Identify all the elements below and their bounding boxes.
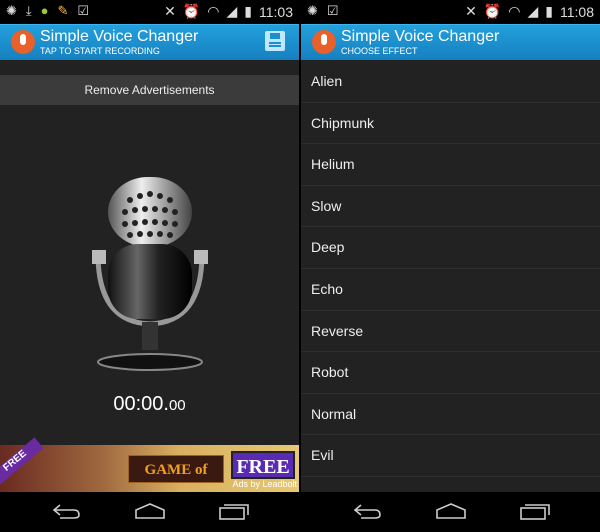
- action-bar: Simple Voice Changer TAP TO START RECORD…: [0, 24, 299, 60]
- timer-seconds: 00:00.: [113, 393, 169, 415]
- recording-timer: 00:00.00: [0, 393, 299, 416]
- wifi-icon: ◠: [508, 3, 521, 19]
- effects-list[interactable]: Alien Chipmunk Helium Slow Deep Echo Rev…: [301, 61, 600, 477]
- app-subtitle: TAP TO START RECORDING: [40, 46, 160, 56]
- save-icon[interactable]: [265, 31, 285, 51]
- effect-item-reverse[interactable]: Reverse: [301, 311, 600, 353]
- signal-icon: ◢: [226, 3, 238, 19]
- effect-item-helium[interactable]: Helium: [301, 144, 600, 186]
- effect-item-chipmunk[interactable]: Chipmunk: [301, 103, 600, 145]
- clock: 11:03: [259, 3, 293, 20]
- action-bar: Simple Voice Changer CHOOSE EFFECT: [301, 24, 600, 60]
- android-debug-icon: ✺: [307, 3, 318, 18]
- back-icon[interactable]: [52, 502, 82, 520]
- mute-icon: ✕: [465, 3, 477, 19]
- effect-item-echo[interactable]: Echo: [301, 269, 600, 311]
- ad-banner[interactable]: FREE GAME of WAR FREE Ads by Leadbolt: [0, 437, 299, 506]
- battery-icon: ▮: [545, 3, 553, 19]
- app-mic-icon[interactable]: [312, 30, 336, 54]
- navigation-bar: [0, 492, 299, 532]
- android-debug-icon: ✺: [6, 3, 17, 18]
- app-subtitle: CHOOSE EFFECT: [341, 46, 418, 56]
- effect-item-robot[interactable]: Robot: [301, 352, 600, 394]
- record-microphone-button[interactable]: [90, 172, 210, 377]
- alarm-icon: ⏰: [182, 3, 201, 19]
- wifi-icon: ◠: [207, 3, 220, 19]
- effect-item-alien[interactable]: Alien: [301, 61, 600, 103]
- app-title: Simple Voice Changer: [40, 28, 199, 45]
- app-notification-icon: ●: [40, 3, 49, 18]
- ad-attribution: Ads by Leadbolt: [232, 479, 297, 489]
- battery-icon: ▮: [244, 3, 252, 19]
- status-bar: ✺ ⤓ ● ✎ ☑ ✕ ⏰ ◠ ◢ ▮ 11:03: [0, 0, 299, 24]
- recent-apps-icon[interactable]: [519, 502, 551, 520]
- navigation-bar: [301, 492, 600, 532]
- signal-icon: ◢: [527, 3, 539, 19]
- download-icon: ⤓: [25, 3, 32, 18]
- effects-screen: ✺ ☑ ✕ ⏰ ◠ ◢ ▮ 11:08 Simple Voice Changer CHOOS…: [301, 0, 600, 532]
- timer-hundredths: 00: [168, 397, 186, 414]
- clock: 11:08: [560, 3, 594, 20]
- effect-item-evil[interactable]: Evil: [301, 435, 600, 477]
- shopping-bag-icon: ☑: [77, 3, 90, 18]
- effect-item-deep[interactable]: Deep: [301, 227, 600, 269]
- effect-item-normal[interactable]: Normal: [301, 394, 600, 436]
- remove-ads-button[interactable]: Remove Advertisements: [0, 75, 299, 105]
- mute-icon: ✕: [164, 3, 176, 19]
- app-mic-icon[interactable]: [11, 30, 35, 54]
- effect-item-slow[interactable]: Slow: [301, 186, 600, 228]
- home-icon[interactable]: [435, 502, 467, 520]
- alarm-icon: ⏰: [483, 3, 502, 19]
- recent-apps-icon[interactable]: [218, 502, 250, 520]
- ad-game-logo: GAME of WAR: [128, 455, 224, 506]
- shopping-bag-icon: ☑: [326, 3, 339, 18]
- recorder-screen: ✺ ⤓ ● ✎ ☑ ✕ ⏰ ◠ ◢ ▮ 11:03 Simple Voice Changer TA…: [0, 0, 299, 532]
- ad-free-ribbon: FREE: [0, 437, 44, 487]
- cleaner-icon: ✎: [57, 3, 69, 18]
- ad-free-button[interactable]: FREE: [231, 451, 295, 479]
- back-icon[interactable]: [353, 502, 383, 520]
- home-icon[interactable]: [134, 502, 166, 520]
- status-bar: ✺ ☑ ✕ ⏰ ◠ ◢ ▮ 11:08: [301, 0, 600, 24]
- app-title: Simple Voice Changer: [341, 28, 500, 45]
